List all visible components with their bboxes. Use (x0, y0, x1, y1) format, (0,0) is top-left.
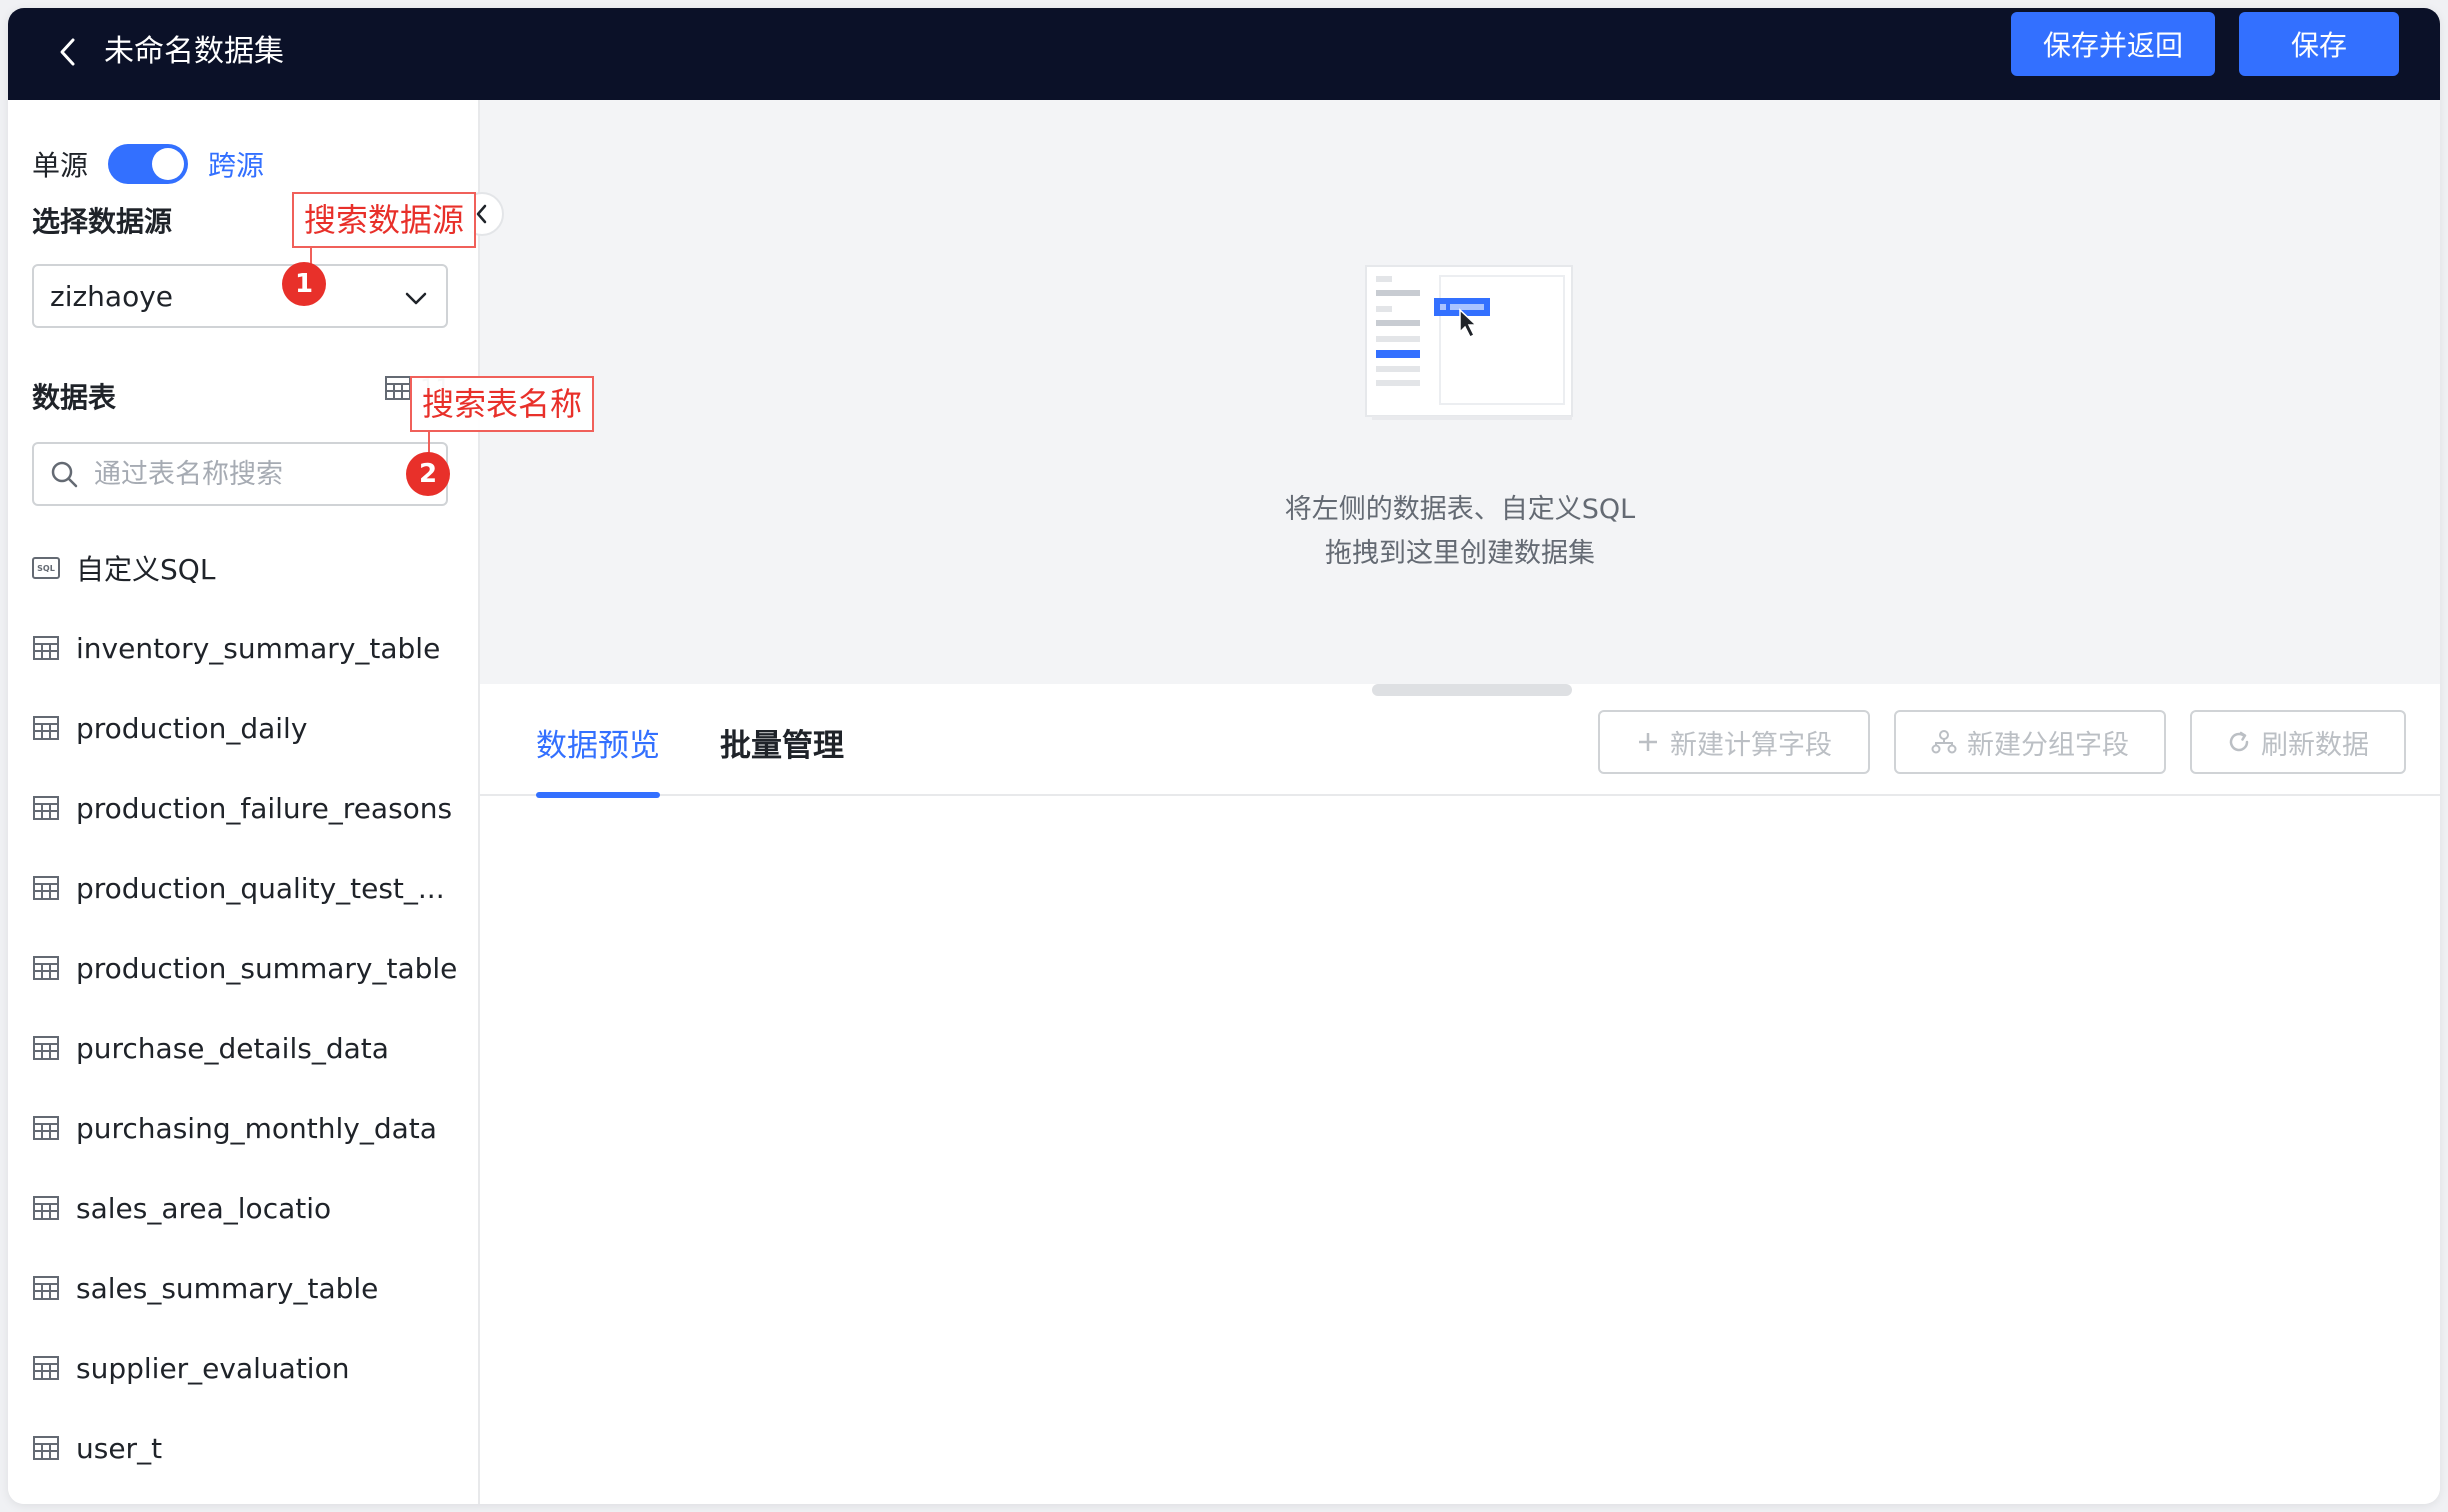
mode-cross-label: 跨源 (208, 149, 265, 182)
table-item[interactable]: production_summary_table (32, 928, 472, 1008)
dataset-drop-zone[interactable]: 将左侧的数据表、自定义SQL 拖拽到这里创建数据集 (480, 100, 2440, 684)
save-button[interactable]: 保存 (2239, 12, 2399, 76)
annotation-search-table-name: 搜索表名称 (410, 376, 595, 432)
empty-hint-line-2: 拖拽到这里创建数据集 (1325, 538, 1595, 569)
select-datasource-title: 选择数据源 (32, 205, 173, 238)
refresh-data-button[interactable]: 刷新数据 (2190, 710, 2406, 774)
save-and-return-button[interactable]: 保存并返回 (2011, 12, 2215, 76)
left-sidebar: 单源 跨源 选择数据源 zizhaoye 数据表 11 SQL 自定义SQL (8, 100, 480, 1504)
tab-data-preview[interactable]: 数据预览 (536, 724, 660, 798)
new-group-field-label: 新建分组字段 (1967, 729, 2129, 761)
refresh-data-label: 刷新数据 (2261, 729, 2369, 761)
table-item-label: sales_summary_table (76, 1271, 379, 1305)
table-item-label: supplier_evaluation (76, 1351, 350, 1385)
table-item-label: purchase_details_data (76, 1031, 389, 1065)
custom-sql-item[interactable]: SQL 自定义SQL (32, 528, 472, 608)
custom-sql-label: 自定义SQL (76, 553, 216, 586)
drag-illustration-icon (1365, 265, 1573, 420)
table-item[interactable]: inventory_summary_table (32, 608, 472, 688)
table-icon (33, 796, 59, 820)
table-icon (33, 956, 59, 980)
table-icon (385, 376, 411, 400)
panel-resize-handle[interactable] (1372, 684, 1572, 696)
table-item-label: inventory_summary_table (76, 631, 441, 665)
table-item[interactable]: production_quality_test_... (32, 848, 472, 928)
table-icon (33, 1036, 59, 1060)
table-icon (33, 1436, 59, 1460)
source-mode-switch: 单源 跨源 (32, 144, 264, 184)
annotation-marker-1: 1 (282, 262, 326, 306)
table-icon (33, 1116, 59, 1140)
sql-icon: SQL (32, 557, 60, 579)
table-icon (33, 1356, 59, 1380)
hierarchy-icon (1931, 730, 1957, 754)
table-item-label: purchasing_monthly_data (76, 1111, 437, 1145)
mode-single-label: 单源 (32, 149, 89, 182)
table-item-label: production_failure_reasons (76, 791, 453, 825)
search-icon (51, 461, 78, 488)
source-mode-toggle[interactable] (108, 144, 189, 184)
top-header: 未命名数据集 保存并返回 保存 (8, 8, 2440, 100)
table-item[interactable]: sales_summary_table (32, 1248, 472, 1328)
table-icon (33, 1196, 59, 1220)
table-item[interactable]: user_t (32, 1408, 472, 1488)
toggle-knob (152, 148, 185, 180)
preview-panel: 数据预览 批量管理 新建计算字段 新建分组字段 刷新数据 (480, 684, 2440, 1504)
table-search-input[interactable] (94, 458, 434, 490)
table-list: SQL 自定义SQL inventory_summary_tableproduc… (32, 528, 472, 1488)
table-item[interactable]: production_daily (32, 688, 472, 768)
preview-tabs: 数据预览 批量管理 新建计算字段 新建分组字段 刷新数据 (480, 684, 2440, 798)
table-item[interactable]: sales_area_locatio (32, 1168, 472, 1248)
annotation-marker-2: 2 (406, 452, 450, 496)
chevron-left-icon (60, 38, 75, 66)
table-item[interactable]: purchasing_monthly_data (32, 1088, 472, 1168)
new-group-field-button[interactable]: 新建分组字段 (1894, 710, 2166, 774)
table-item[interactable]: purchase_details_data (32, 1008, 472, 1088)
table-item[interactable]: supplier_evaluation (32, 1328, 472, 1408)
table-search[interactable] (32, 442, 448, 506)
plus-icon (1639, 733, 1657, 751)
table-item-label: production_daily (76, 711, 308, 745)
app-window: 未命名数据集 保存并返回 保存 单源 跨源 选择数据源 zizhaoye 数据表… (8, 8, 2440, 1504)
refresh-icon (2229, 731, 2249, 752)
tables-title: 数据表 (32, 381, 117, 414)
chevron-down-icon (405, 292, 427, 305)
dataset-title: 未命名数据集 (104, 34, 284, 69)
back-button[interactable] (46, 30, 90, 74)
table-item-label: production_summary_table (76, 951, 458, 985)
table-item-label: user_t (76, 1431, 163, 1465)
table-item-label: production_quality_test_... (76, 871, 445, 905)
new-calculated-field-button[interactable]: 新建计算字段 (1598, 710, 1870, 774)
table-icon (33, 876, 59, 900)
tab-batch-management[interactable]: 批量管理 (720, 724, 844, 796)
empty-hint-line-1: 将左侧的数据表、自定义SQL (1284, 494, 1636, 525)
table-icon (33, 636, 59, 660)
datasource-selected-value: zizhaoye (50, 279, 174, 313)
new-calculated-field-label: 新建计算字段 (1670, 729, 1832, 761)
table-icon (33, 716, 59, 740)
table-item-label: sales_area_locatio (76, 1191, 332, 1225)
datasource-select[interactable]: zizhaoye (32, 264, 448, 328)
table-item[interactable]: production_failure_reasons (32, 768, 472, 848)
table-icon (33, 1276, 59, 1300)
annotation-search-datasource: 搜索数据源 (292, 192, 477, 248)
